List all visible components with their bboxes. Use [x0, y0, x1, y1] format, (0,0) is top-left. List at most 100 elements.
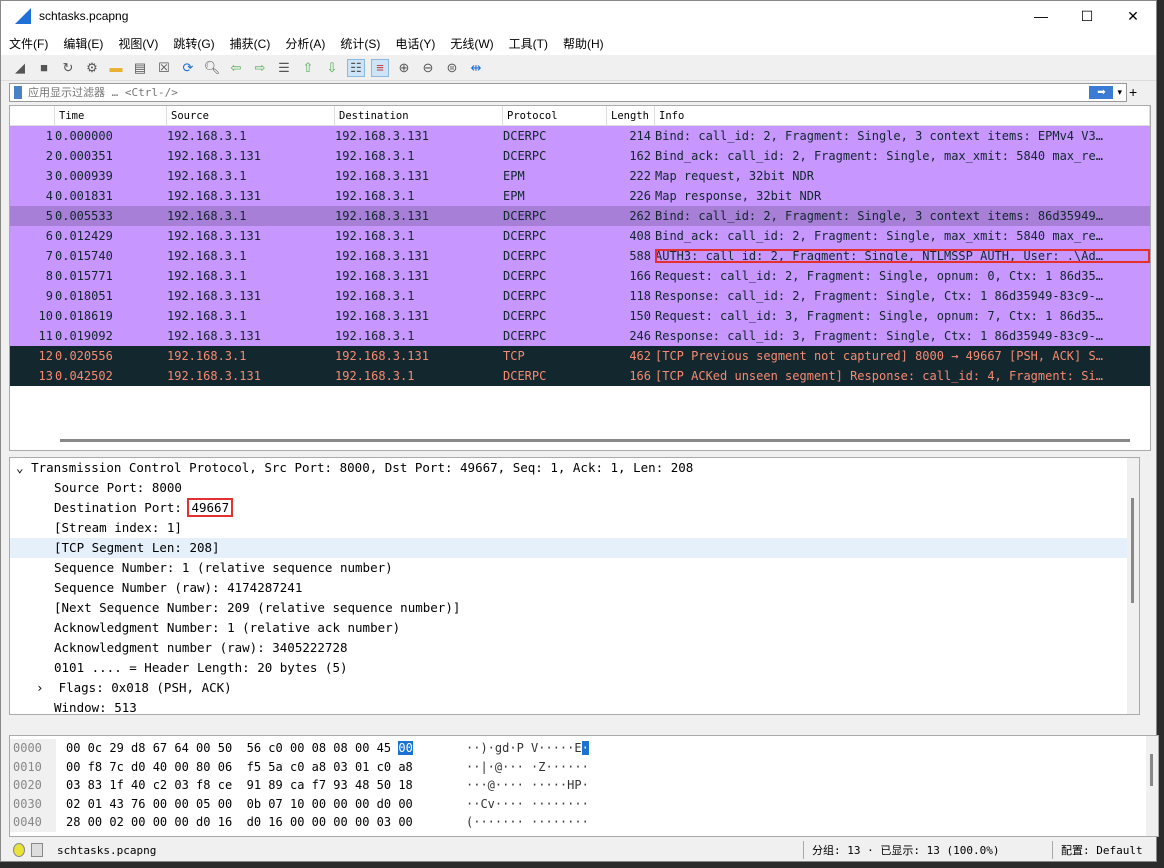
packet-dst: 192.168.3.131: [335, 169, 429, 183]
packet-row[interactable]: 4 0.001831 192.168.3.131 192.168.3.1 EPM 226 M…: [10, 186, 1150, 206]
details-scrollbar[interactable]: [1127, 458, 1139, 714]
menu-item[interactable]: 文件(F): [9, 35, 48, 52]
restart-capture-icon[interactable]: ↻: [59, 59, 77, 77]
col-length[interactable]: Length: [607, 106, 655, 125]
filter-dropdown-icon[interactable]: ▾: [1117, 87, 1122, 98]
ascii-selected-byte[interactable]: ·: [581, 741, 589, 756]
last-packet-icon[interactable]: ⇩: [323, 59, 341, 77]
menu-item[interactable]: 分析(A): [285, 35, 325, 52]
reload-file-icon[interactable]: ⟳: [179, 59, 197, 77]
bytes-scrollbar[interactable]: [1146, 736, 1158, 836]
hex-bytes[interactable]: 00 0c 29 d8 67 64 00 50 56 c0 00 08 08 0…: [56, 741, 466, 756]
minimize-button[interactable]: —: [1018, 8, 1064, 25]
find-packet-icon[interactable]: 🔍︎: [203, 59, 221, 77]
display-filter-input[interactable]: [28, 86, 1090, 99]
save-file-icon[interactable]: ▤: [131, 59, 149, 77]
hex-selected-byte[interactable]: 00: [398, 741, 413, 756]
packet-row[interactable]: 13 0.042502 192.168.3.131 192.168.3.1 DCERPC…: [10, 366, 1150, 386]
detail-line[interactable]: Source Port: 8000: [10, 478, 1139, 498]
menu-item[interactable]: 视图(V): [118, 35, 158, 52]
detail-dst-port[interactable]: Destination Port: 49667: [10, 498, 1139, 518]
hex-ascii[interactable]: ···@···· ·····HP·: [466, 778, 589, 792]
detail-line[interactable]: Sequence Number (raw): 4174287241: [10, 578, 1139, 598]
go-forward-icon[interactable]: ⇨: [251, 59, 269, 77]
status-profile[interactable]: 配置: Default: [1061, 842, 1159, 858]
normal-size-icon[interactable]: ⊜: [443, 59, 461, 77]
detail-line[interactable]: Acknowledgment number (raw): 3405222728: [10, 638, 1139, 658]
hex-bytes[interactable]: 03 83 1f 40 c2 03 f8 ce 91 89 ca f7 93 4…: [56, 778, 466, 792]
packet-row[interactable]: 8 0.015771 192.168.3.1 192.168.3.131 DCERPC 1…: [10, 266, 1150, 286]
detail-line[interactable]: [Stream index: 1]: [10, 518, 1139, 538]
menu-item[interactable]: 统计(S): [340, 35, 380, 52]
colorize-icon[interactable]: ≡: [371, 58, 389, 77]
packet-row[interactable]: 5 0.005533 192.168.3.1 192.168.3.131 DCERPC 2…: [10, 206, 1150, 226]
packet-proto: DCERPC: [503, 309, 547, 323]
menu-item[interactable]: 无线(W): [450, 35, 493, 52]
hex-ascii[interactable]: (······· ········: [466, 815, 589, 829]
stop-capture-icon[interactable]: ■: [35, 59, 53, 77]
packet-row[interactable]: 3 0.000939 192.168.3.1 192.168.3.131 EPM 222 M…: [10, 166, 1150, 186]
capture-options-icon[interactable]: ⚙: [83, 59, 101, 77]
detail-line[interactable]: Acknowledgment Number: 1 (relative ack n…: [10, 618, 1139, 638]
expanded-arrow-icon[interactable]: ⌄: [16, 460, 31, 475]
hex-ascii[interactable]: ··Cv···· ········: [466, 797, 589, 811]
col-source[interactable]: Source: [167, 106, 335, 125]
packet-info: Response: call_id: 2, Fragment: Single, …: [655, 289, 1103, 303]
go-to-packet-icon[interactable]: ☰: [275, 59, 293, 77]
packet-row[interactable]: 10 0.018619 192.168.3.1 192.168.3.131 DCERPC…: [10, 306, 1150, 326]
packet-src: 192.168.3.131: [167, 369, 261, 383]
close-file-icon[interactable]: ☒: [155, 59, 173, 77]
close-button[interactable]: ✕: [1110, 8, 1156, 25]
menu-item[interactable]: 编辑(E): [63, 35, 103, 52]
hex-bytes[interactable]: 28 00 02 00 00 00 d0 16 d0 16 00 00 00 0…: [56, 815, 466, 829]
zoom-out-icon[interactable]: ⊖: [419, 59, 437, 77]
zoom-in-icon[interactable]: ⊕: [395, 59, 413, 77]
packet-row[interactable]: 7 0.015740 192.168.3.1 192.168.3.131 DCERPC 5…: [10, 246, 1150, 266]
menu-item[interactable]: 工具(T): [509, 35, 548, 52]
col-protocol[interactable]: Protocol: [503, 106, 607, 125]
hex-bytes[interactable]: 02 01 43 76 00 00 05 00 0b 07 10 00 00 0…: [56, 797, 466, 811]
collapsed-arrow-icon[interactable]: ›: [36, 680, 59, 695]
packet-time: 0.000000: [55, 129, 113, 143]
packet-len: 162: [629, 149, 651, 163]
start-capture-icon[interactable]: ◢: [11, 59, 29, 77]
first-packet-icon[interactable]: ⇧: [299, 59, 317, 77]
detail-flags[interactable]: › Flags: 0x018 (PSH, ACK): [10, 678, 1139, 698]
packet-list-hscrollbar[interactable]: [60, 439, 1130, 442]
packet-row[interactable]: 12 0.020556 192.168.3.1 192.168.3.131 TCP 462…: [10, 346, 1150, 366]
menu-item[interactable]: 跳转(G): [173, 35, 214, 52]
hex-bytes[interactable]: 00 f8 7c d0 40 00 80 06 f5 5a c0 a8 03 0…: [56, 760, 466, 774]
capture-comment-icon[interactable]: [31, 843, 43, 857]
open-file-icon[interactable]: ▬: [107, 59, 125, 77]
tcp-tree-item[interactable]: ⌄ Transmission Control Protocol, Src Por…: [10, 458, 1139, 478]
add-filter-button[interactable]: +: [1129, 84, 1137, 100]
detail-line[interactable]: 0101 .... = Header Length: 20 bytes (5): [10, 658, 1139, 678]
apply-filter-button[interactable]: ➡: [1089, 86, 1114, 99]
col-destination[interactable]: Destination: [335, 106, 503, 125]
packet-list-header: Time Source Destination Protocol Length …: [10, 106, 1150, 126]
packet-row[interactable]: 1 0.000000 192.168.3.1 192.168.3.131 DCERPC 2…: [10, 126, 1150, 146]
detail-line[interactable]: [Next Sequence Number: 209 (relative seq…: [10, 598, 1139, 618]
hex-ascii[interactable]: ··)·gd·P V·····E·: [466, 741, 589, 756]
menu-item[interactable]: 捕获(C): [230, 35, 271, 52]
packet-row[interactable]: 6 0.012429 192.168.3.131 192.168.3.1 DCERPC 4…: [10, 226, 1150, 246]
autoscroll-icon[interactable]: ☷: [347, 58, 365, 77]
col-no[interactable]: [10, 106, 55, 125]
menu-item[interactable]: 电话(Y): [395, 35, 435, 52]
detail-line[interactable]: Window: 513: [10, 698, 1139, 718]
resize-columns-icon[interactable]: ⇹: [467, 59, 485, 77]
detail-line[interactable]: [TCP Segment Len: 208]: [10, 538, 1139, 558]
menu-item[interactable]: 帮助(H): [563, 35, 604, 52]
bookmark-icon[interactable]: [14, 86, 22, 99]
detail-line[interactable]: Sequence Number: 1 (relative sequence nu…: [10, 558, 1139, 578]
packet-dst: 192.168.3.131: [335, 349, 429, 363]
maximize-button[interactable]: ☐: [1064, 8, 1110, 25]
expert-info-icon[interactable]: [13, 843, 25, 857]
hex-ascii[interactable]: ··|·@··· ·Z······: [466, 760, 589, 774]
packet-row[interactable]: 9 0.018051 192.168.3.131 192.168.3.1 DCERPC 1…: [10, 286, 1150, 306]
col-time[interactable]: Time: [55, 106, 167, 125]
col-info[interactable]: Info: [655, 106, 1150, 125]
packet-row[interactable]: 2 0.000351 192.168.3.131 192.168.3.1 DCERPC 1…: [10, 146, 1150, 166]
go-back-icon[interactable]: ⇦: [227, 59, 245, 77]
packet-row[interactable]: 11 0.019092 192.168.3.131 192.168.3.1 DCERPC…: [10, 326, 1150, 346]
